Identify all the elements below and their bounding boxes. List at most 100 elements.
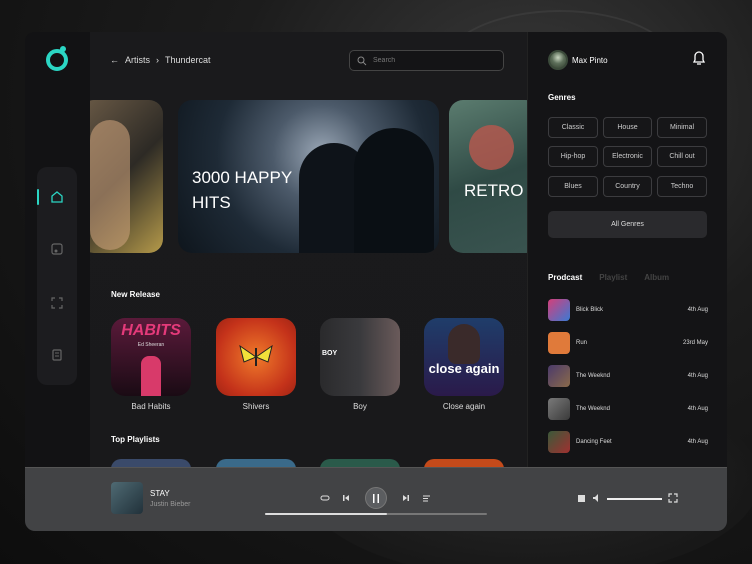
genre-chip[interactable]: Chill out (657, 146, 707, 167)
progress-fill (265, 513, 388, 515)
genre-chip[interactable]: Techno (657, 176, 707, 197)
breadcrumb: ← Artists › Thundercat (110, 55, 211, 65)
music-note-icon[interactable] (37, 229, 77, 269)
scan-icon[interactable] (37, 283, 77, 323)
main-content: ← Artists › Thundercat 3000 HAPPY HITS R… (90, 32, 527, 467)
banner-image-lanterns (469, 125, 514, 170)
queue-icon[interactable] (421, 492, 433, 504)
tab-album[interactable]: Album (644, 273, 669, 282)
app-logo (46, 49, 68, 71)
podcast-name: The Weeknd (576, 406, 610, 412)
bell-icon[interactable] (691, 50, 707, 66)
genre-chip[interactable]: Blues (548, 176, 598, 197)
album-title: Close again (442, 402, 486, 411)
music-app-window: ← Artists › Thundercat 3000 HAPPY HITS R… (25, 32, 727, 531)
album-art-subtext: Ed Sheeran (137, 342, 165, 348)
album-title: Shivers (242, 402, 270, 411)
now-playing-title: STAY (150, 489, 170, 498)
playlist-card[interactable] (424, 459, 504, 467)
album-card[interactable]: Shivers (216, 318, 296, 411)
volume-slider[interactable] (607, 498, 662, 500)
section-title-new-release: New Release (111, 290, 160, 299)
playlist-card[interactable] (320, 459, 400, 467)
user-profile[interactable]: Max Pinto (548, 50, 608, 70)
album-art: close again (424, 318, 504, 396)
podcast-row[interactable]: The Weeknd 4th Aug (548, 398, 708, 420)
podcast-row[interactable]: Run 23rd May (548, 332, 708, 354)
breadcrumb-current: Thundercat (165, 55, 211, 65)
genre-chip[interactable]: Classic (548, 117, 598, 138)
podcast-name: Dancing Feet (576, 439, 612, 445)
podcast-thumbnail (548, 299, 570, 321)
search-icon (357, 56, 367, 65)
genre-chip[interactable]: Country (603, 176, 652, 197)
podcast-name: Blick Blick (576, 307, 604, 313)
volume-icon[interactable] (591, 492, 603, 504)
now-playing-artwork (111, 482, 143, 514)
chevron-right-icon: › (156, 55, 160, 65)
podcast-date: 4th Aug (687, 406, 708, 412)
lyrics-icon[interactable] (575, 492, 587, 504)
banner-card-happy-hits[interactable]: 3000 HAPPY HITS (178, 100, 439, 253)
user-name: Max Pinto (572, 55, 608, 65)
fullscreen-icon[interactable] (667, 492, 679, 504)
player-bar: STAY Justin Bieber (25, 467, 727, 531)
podcast-name: The Weeknd (576, 373, 610, 379)
search-box[interactable] (349, 50, 504, 71)
album-art: BOY (320, 318, 400, 396)
podcast-date: 23rd May (682, 340, 708, 346)
album-art: HABITS Ed Sheeran (111, 318, 191, 396)
breadcrumb-parent[interactable]: Artists (125, 55, 150, 65)
section-title-top-playlists: Top Playlists (111, 435, 160, 444)
avatar (548, 50, 568, 70)
home-icon[interactable] (37, 177, 77, 217)
album-title: Bad Habits (131, 402, 171, 411)
progress-bar[interactable] (265, 513, 487, 515)
playlist-card[interactable] (216, 459, 296, 467)
album-art-text: HABITS (121, 322, 181, 339)
genre-chip[interactable]: Electronic (603, 146, 652, 167)
podcast-date: 4th Aug (687, 307, 708, 313)
right-panel: Max Pinto Genres Classic House Minimal H… (527, 32, 727, 467)
album-card[interactable]: HABITS Ed Sheeran Bad Habits (111, 318, 191, 411)
album-art-text: BOY (322, 350, 338, 357)
banner-title: RETRO (464, 181, 524, 200)
podcast-thumbnail (548, 398, 570, 420)
podcast-name: Run (576, 340, 588, 346)
podcast-row[interactable]: Blick Blick 4th Aug (548, 299, 708, 321)
podcast-row[interactable]: The Weeknd 4th Aug (548, 365, 708, 387)
pause-button[interactable] (365, 487, 387, 509)
genre-chip[interactable]: Minimal (657, 117, 707, 138)
search-input[interactable] (373, 57, 493, 64)
repeat-icon[interactable] (319, 492, 331, 504)
banner-card-fitness[interactable] (90, 100, 163, 253)
podcast-thumbnail (548, 431, 570, 453)
podcast-row[interactable]: Dancing Feet 4th Aug (548, 431, 708, 453)
album-title: Boy (353, 402, 367, 411)
app-logo-dot (60, 46, 66, 52)
pause-icon (373, 493, 379, 503)
banner-title: 3000 HAPPY HITS (192, 168, 292, 212)
podcast-date: 4th Aug (687, 439, 708, 445)
tab-prodcast[interactable]: Prodcast (548, 273, 582, 282)
previous-icon[interactable] (340, 492, 352, 504)
playlist-card[interactable] (111, 459, 191, 467)
next-icon[interactable] (400, 492, 412, 504)
document-icon[interactable] (37, 335, 77, 375)
album-card[interactable]: close again Close again (424, 318, 504, 411)
tab-playlist[interactable]: Playlist (599, 273, 627, 282)
volume-fill (607, 498, 662, 500)
genre-chip[interactable]: House (603, 117, 652, 138)
banner-image-person (90, 120, 130, 250)
left-rail (25, 32, 90, 531)
all-genres-button[interactable]: All Genres (548, 211, 707, 238)
album-card[interactable]: BOY Boy (320, 318, 400, 411)
album-art (216, 318, 296, 396)
genre-chip[interactable]: Hip-hop (548, 146, 598, 167)
back-arrow-icon[interactable]: ← (110, 55, 119, 65)
genres-title: Genres (548, 93, 576, 102)
now-playing-artist: Justin Bieber (150, 501, 191, 508)
tabs: Prodcast Playlist Album (548, 273, 669, 282)
podcast-thumbnail (548, 365, 570, 387)
banner-card-retro[interactable]: RETRO (449, 100, 527, 253)
